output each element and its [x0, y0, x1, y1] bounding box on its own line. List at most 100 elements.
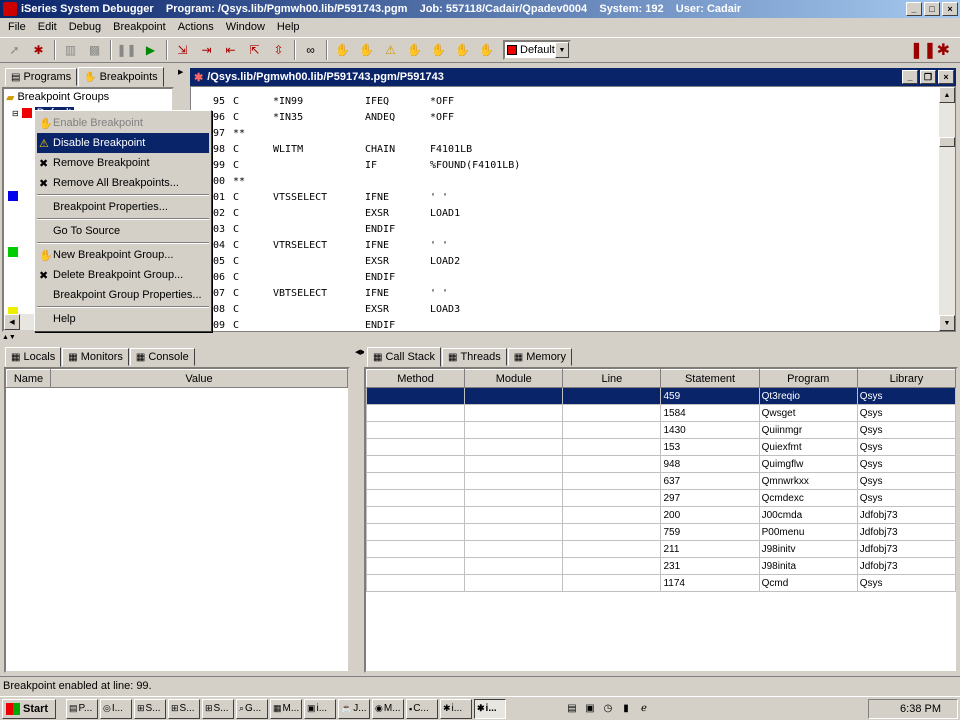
context-menu-item[interactable]: ✖ Remove Breakpoint	[37, 153, 209, 173]
tab-memory[interactable]: ▦ Memory	[507, 348, 572, 366]
step-return-icon[interactable]: ⇤	[219, 39, 242, 61]
group-color-green[interactable]	[8, 247, 18, 257]
table-row[interactable]: 759 P00menu Jdfobj73	[365, 523, 957, 541]
table-row[interactable]: 153 Quiexfmt Qsys	[365, 438, 957, 456]
minimize-button[interactable]: _	[906, 2, 922, 16]
menu-window[interactable]: Window	[220, 21, 271, 33]
table-row[interactable]: 1584 Qwsget Qsys	[365, 404, 957, 422]
disabled-icon[interactable]: ▥	[59, 39, 82, 61]
source-vscrollbar[interactable]: ▲ ▼	[939, 87, 955, 331]
hand-icon[interactable]: ✋	[451, 39, 474, 61]
hand-icon[interactable]: ✋	[427, 39, 450, 61]
tab-console[interactable]: ▦ Console	[129, 348, 195, 366]
source-line[interactable]: 99 C IF %FOUND(F4101LB)	[191, 157, 931, 173]
splitter-up-icon[interactable]: ▲▼	[2, 334, 16, 341]
tab-monitors[interactable]: ▦ Monitors	[62, 348, 129, 366]
context-menu-item[interactable]: ✖ Delete Breakpoint Group...	[37, 265, 209, 285]
scroll-thumb[interactable]	[939, 137, 955, 147]
source-line[interactable]: 97 **	[191, 125, 931, 141]
menu-edit[interactable]: Edit	[32, 21, 63, 33]
source-line[interactable]: 109 C ENDIF	[191, 317, 931, 333]
step-filter-icon[interactable]: ⇱	[243, 39, 266, 61]
taskbar-button[interactable]: ▣ i...	[304, 698, 336, 719]
group-color-blue[interactable]	[8, 191, 18, 201]
context-menu-item[interactable]: Go To Source	[37, 221, 209, 241]
source-line[interactable]: 101 C VTSSELECT IFNE ' '	[191, 189, 931, 205]
col-program[interactable]: Program	[758, 369, 858, 388]
context-menu-item[interactable]: Breakpoint Properties...	[37, 197, 209, 217]
context-menu-item[interactable]: Help	[37, 309, 209, 329]
col-value[interactable]: Value	[50, 369, 348, 388]
menu-file[interactable]: File	[2, 21, 32, 33]
col-line[interactable]: Line	[562, 369, 662, 388]
tab-breakpoints[interactable]: ✋ Breakpoints	[78, 67, 164, 87]
chevron-down-icon[interactable]: ▼	[555, 42, 569, 58]
table-row[interactable]: 297 Qcmdexc Qsys	[365, 489, 957, 507]
breakpoint-group-select[interactable]: Default ▼	[503, 40, 571, 60]
source-line[interactable]: 104 C VTRSELECT IFNE ' '	[191, 237, 931, 253]
source-line[interactable]: 100 **	[191, 173, 931, 189]
taskbar-button[interactable]: ◉ M...	[372, 698, 404, 719]
taskbar-button[interactable]: ✱ i...	[440, 698, 472, 719]
col-module[interactable]: Module	[464, 369, 564, 388]
source-line[interactable]: 96 C *IN35 ANDEQ *OFF	[191, 109, 931, 125]
splitter-arrow-icon[interactable]: ▶	[178, 68, 183, 76]
table-row[interactable]: 231 J98inita Jdfobj73	[365, 557, 957, 575]
source-minimize-button[interactable]: _	[902, 70, 918, 84]
tree-root[interactable]: ▰ Breakpoint Groups	[4, 89, 172, 105]
col-name[interactable]: Name	[6, 369, 51, 388]
menu-actions[interactable]: Actions	[172, 21, 220, 33]
taskbar-button[interactable]: ▤ P...	[66, 698, 98, 719]
source-line[interactable]: 103 C ENDIF	[191, 221, 931, 237]
hand-icon[interactable]: ✋	[475, 39, 498, 61]
context-menu-item[interactable]: ✋ Enable Breakpoint	[37, 113, 209, 133]
taskbar-button[interactable]: ⊞ S...	[134, 698, 166, 719]
context-menu-item[interactable]: ✋ New Breakpoint Group...	[37, 245, 209, 265]
scroll-down-icon[interactable]: ▼	[939, 315, 955, 331]
context-menu-item[interactable]: ⚠ Disable Breakpoint	[37, 133, 209, 153]
col-statement[interactable]: Statement	[660, 369, 760, 388]
taskbar-button[interactable]: ▦ M...	[270, 698, 302, 719]
run-icon[interactable]: ▶	[139, 39, 162, 61]
table-row[interactable]: 211 J98initv Jdfobj73	[365, 540, 957, 558]
taskbar-button[interactable]: ⊞ S...	[168, 698, 200, 719]
taskbar-button[interactable]: ⌕ G...	[236, 698, 268, 719]
bug-hand-icon[interactable]: ✋	[403, 39, 426, 61]
taskbar-button[interactable]: ✱ i...	[474, 698, 506, 719]
tray-clock-icon[interactable]: ◷	[600, 703, 616, 714]
disabled-icon[interactable]: ▩	[83, 39, 106, 61]
hand-icon[interactable]: ✋	[331, 39, 354, 61]
tab-callstack[interactable]: ▦ Call Stack	[367, 347, 441, 367]
table-row[interactable]: 200 J00cmda Jdfobj73	[365, 506, 957, 524]
source-line[interactable]: 107 C VBTSELECT IFNE ' '	[191, 285, 931, 301]
source-close-button[interactable]: ×	[938, 70, 954, 84]
source-line[interactable]: 95 C *IN99 IFEQ *OFF	[191, 93, 931, 109]
start-button[interactable]: Start	[2, 698, 56, 719]
source-line[interactable]: 102 C EXSR LOAD1	[191, 205, 931, 221]
close-button[interactable]: ×	[942, 2, 958, 16]
tray-app-icon[interactable]: ▣	[582, 703, 598, 714]
table-row[interactable]: 637 Qmnwrkxx Qsys	[365, 472, 957, 490]
warning-hand-icon[interactable]: ⚠	[379, 39, 402, 61]
source-line[interactable]: 106 C ENDIF	[191, 269, 931, 285]
step-icon[interactable]: ➚	[3, 39, 26, 61]
source-restore-button[interactable]: ❐	[920, 70, 936, 84]
taskbar-button[interactable]: ☕ J...	[338, 698, 370, 719]
scroll-up-icon[interactable]: ▲	[939, 87, 955, 103]
source-line[interactable]: 105 C EXSR LOAD2	[191, 253, 931, 269]
menu-debug[interactable]: Debug	[63, 21, 107, 33]
table-row[interactable]: 459 Qt3reqio Qsys	[365, 387, 957, 405]
pause-icon[interactable]: ❚❚	[115, 39, 138, 61]
tray-ie-icon[interactable]: ℯ	[636, 703, 652, 714]
bug-icon[interactable]: ✱	[27, 39, 50, 61]
tray-app-icon[interactable]: ▤	[564, 703, 580, 714]
watch-icon[interactable]: ∞	[299, 39, 322, 61]
source-line[interactable]: 108 C EXSR LOAD3	[191, 301, 931, 317]
menu-help[interactable]: Help	[271, 21, 306, 33]
context-menu-item[interactable]: Breakpoint Group Properties...	[37, 285, 209, 305]
menu-breakpoint[interactable]: Breakpoint	[107, 21, 172, 33]
col-method[interactable]: Method	[365, 369, 466, 388]
table-row[interactable]: 1174 Qcmd Qsys	[365, 574, 957, 592]
context-menu-item[interactable]: ✖ Remove All Breakpoints...	[37, 173, 209, 193]
col-library[interactable]: Library	[856, 369, 957, 388]
